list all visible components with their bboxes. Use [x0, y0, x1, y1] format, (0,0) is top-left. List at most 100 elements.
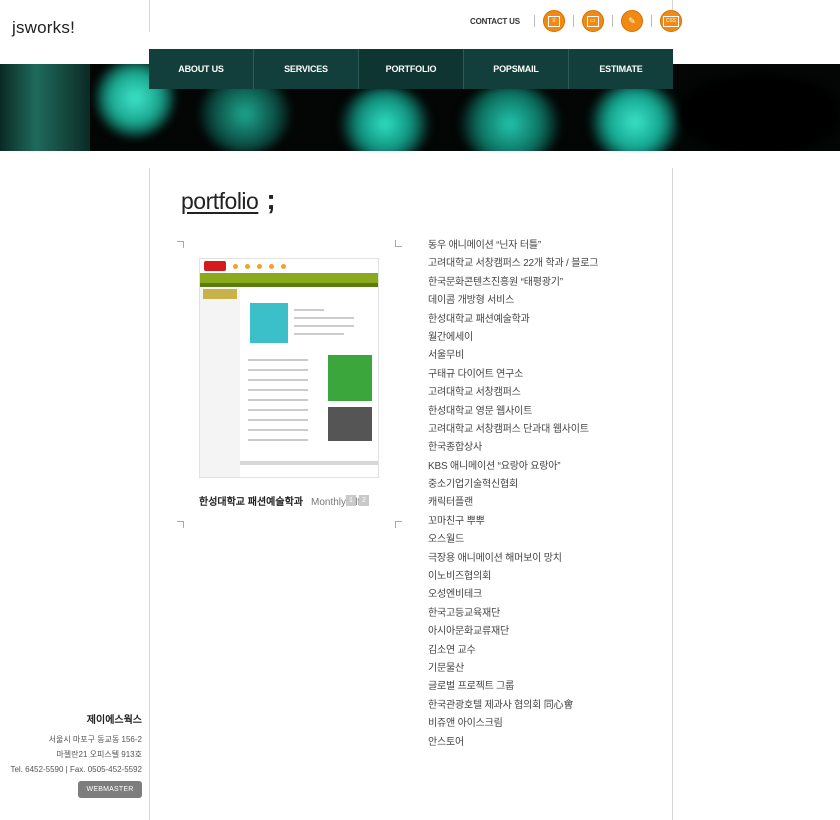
site-logo[interactable]: jsworks!: [12, 18, 75, 38]
featured-title[interactable]: 한성대학교 패션예술학과: [199, 497, 303, 508]
corner-mark: [395, 240, 402, 247]
nav-popsmail[interactable]: POPSMAIL: [464, 49, 569, 89]
featured-thumbnail[interactable]: [199, 258, 379, 478]
list-item[interactable]: 캐릭터플랜: [428, 494, 598, 512]
page-icon[interactable]: ≡: [542, 10, 565, 32]
thumb-text-line: [248, 379, 308, 381]
list-item[interactable]: 아시아문화교류재단: [428, 623, 598, 641]
list-item[interactable]: 서울무비: [428, 347, 598, 365]
company-name: 제이에스웍스: [86, 715, 142, 726]
thumb-dot: [281, 263, 286, 269]
thumb-text-line: [248, 409, 308, 411]
thumb-text-line: [294, 333, 344, 335]
thumb-image: [250, 303, 288, 343]
list-item[interactable]: 이노비즈협의회: [428, 568, 598, 586]
list-item[interactable]: 동우 애니메이션 “닌자 터틀”: [428, 237, 598, 255]
tv-icon[interactable]: ▭: [581, 10, 604, 32]
list-item[interactable]: 기문물산: [428, 660, 598, 678]
list-item[interactable]: 중소기업기술혁신협회: [428, 476, 598, 494]
featured-pager: 1 2: [346, 495, 369, 506]
corner-mark: [395, 521, 402, 528]
ad-icon-label: CSS: [662, 15, 679, 27]
banner-light: [590, 82, 680, 151]
divider: [611, 15, 613, 27]
featured-caption: 한성대학교 패션예술학과 Monthly Elfa: [199, 493, 369, 508]
guide-line: [672, 168, 673, 820]
portfolio-list: 동우 애니메이션 “닌자 터틀” 고려대학교 서창캠퍼스 22개 학과 / 블로…: [428, 237, 598, 752]
list-item[interactable]: 극장용 애니메이션 해머보이 망치: [428, 550, 598, 568]
thumb-text-line: [248, 389, 308, 391]
company-info: 제이에스웍스 서울시 마포구 동교동 156-2 마젤란21 오피스텔 913호…: [10, 711, 142, 777]
list-item[interactable]: 한국관광호텔 제과사 협의회 同心會: [428, 697, 598, 715]
thumb-text-line: [248, 439, 308, 441]
list-item[interactable]: 고려대학교 서창캠퍼스: [428, 384, 598, 402]
nav-about-us[interactable]: ABOUT US: [149, 49, 254, 89]
thumb-dot: [257, 263, 262, 269]
list-item[interactable]: 고려대학교 서창캠퍼스 22개 학과 / 블로그: [428, 255, 598, 273]
guide-line: [149, 168, 150, 820]
list-item[interactable]: 고려대학교 서창캠퍼스 단과대 웹사이트: [428, 421, 598, 439]
thumb-image: [328, 355, 372, 401]
thumb-text-line: [248, 419, 308, 421]
thumb-dot: [269, 263, 274, 269]
divider: [572, 15, 574, 27]
list-item[interactable]: 데이콤 개방형 서비스: [428, 292, 598, 310]
main-nav: ABOUT US SERVICES PORTFOLIO POPSMAIL EST…: [149, 49, 673, 89]
list-item[interactable]: 한성대학교 영문 웹사이트: [428, 403, 598, 421]
list-item[interactable]: 한국고등교육재단: [428, 605, 598, 623]
list-item[interactable]: 한국종합상사: [428, 439, 598, 457]
pen-icon[interactable]: ✎: [620, 10, 643, 32]
list-item[interactable]: 한국문화콘텐츠진흥원 “태평광기”: [428, 274, 598, 292]
list-item[interactable]: KBS 애니메이션 “요랑아 요랑아”: [428, 458, 598, 476]
nav-estimate[interactable]: ESTIMATE: [569, 49, 673, 89]
corner-mark: [177, 241, 184, 248]
pager-page-1[interactable]: 1: [346, 495, 356, 506]
divider: [533, 15, 535, 27]
divider: [650, 15, 652, 27]
thumb-text-line: [294, 317, 354, 319]
contact-us-link[interactable]: CONTACT US: [470, 17, 520, 26]
banner-dark: [680, 74, 840, 151]
webmaster-button[interactable]: WEBMASTER: [78, 781, 142, 798]
banner-light: [0, 64, 90, 151]
list-item[interactable]: 구태규 다이어트 연구소: [428, 366, 598, 384]
address-line-1: 서울시 마포구 동교동 156-2: [48, 735, 142, 744]
list-item[interactable]: 월간에세이: [428, 329, 598, 347]
thumb-block: [203, 289, 237, 299]
list-item[interactable]: 김소연 교수: [428, 642, 598, 660]
thumb-text-line: [248, 429, 308, 431]
thumb-sidebar: [200, 287, 240, 477]
list-item[interactable]: 오스월드: [428, 531, 598, 549]
thumb-text-line: [248, 359, 308, 361]
thumb-logo: [204, 261, 226, 271]
thumb-text-line: [248, 399, 308, 401]
contact-numbers: Tel. 6452-5590 | Fax. 0505-452-5592: [10, 765, 142, 774]
page-title: portfolio ;: [181, 184, 276, 216]
thumb-image: [328, 407, 372, 441]
thumb-dot: [233, 263, 238, 269]
nav-portfolio[interactable]: PORTFOLIO: [359, 49, 464, 89]
thumb-nav: [200, 273, 378, 283]
guide-line: [149, 0, 150, 32]
address-line-2: 마젤란21 오피스텔 913호: [56, 750, 142, 759]
pager-page-2[interactable]: 2: [359, 495, 369, 506]
banner-light: [460, 84, 560, 151]
nav-services[interactable]: SERVICES: [254, 49, 359, 89]
thumb-header: [200, 259, 378, 273]
thumb-dot: [245, 263, 250, 269]
thumb-text-line: [248, 369, 308, 371]
list-item[interactable]: 안스토어: [428, 734, 598, 752]
page-title-suffix: ;: [266, 184, 276, 215]
ad-icon[interactable]: CSS: [659, 10, 682, 32]
utility-bar: CONTACT US ≡ ▭ ✎ CSS: [470, 9, 682, 33]
thumb-text-line: [294, 309, 324, 311]
list-item[interactable]: 비쥬앤 아이스크림: [428, 715, 598, 733]
list-item[interactable]: 꼬마친구 뿌뿌: [428, 513, 598, 531]
thumb-footer: [240, 461, 378, 465]
thumb-text-line: [294, 325, 354, 327]
list-item[interactable]: 글로벌 프로젝트 그룹: [428, 678, 598, 696]
list-item[interactable]: 오성엔비테크: [428, 586, 598, 604]
corner-mark: [177, 521, 184, 528]
banner-light: [340, 86, 430, 151]
list-item[interactable]: 한성대학교 패션예술학과: [428, 311, 598, 329]
